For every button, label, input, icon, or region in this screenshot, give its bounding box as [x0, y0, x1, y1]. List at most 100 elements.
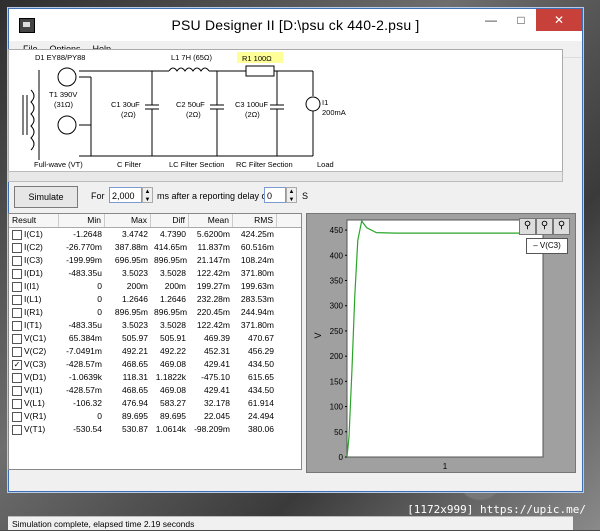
result-cell[interactable]: V(L1) [9, 397, 59, 410]
result-checkbox[interactable] [12, 320, 22, 331]
zoom-out-icon[interactable]: ⚲ [536, 218, 553, 235]
table-row[interactable]: I(T1) -483.35u 3.5023 3.5028 122.42m 371.80m [9, 319, 301, 332]
c2-label[interactable]: C2 50uF [176, 100, 205, 109]
result-checkbox[interactable] [12, 385, 22, 396]
minimize-button[interactable]: — [476, 9, 506, 31]
table-row[interactable]: V(R1) 0 89.695 89.695 22.045 24.494 [9, 410, 301, 423]
result-cell[interactable]: V(I1) [9, 384, 59, 397]
max-cell: 1.2646 [122, 294, 148, 304]
result-name: V(C2) [24, 346, 47, 356]
result-checkbox[interactable] [12, 333, 22, 344]
c1-label[interactable]: C1 30uF [111, 100, 140, 109]
plot-area[interactable] [346, 219, 544, 458]
result-cell[interactable]: ✓ V(C3) [9, 358, 59, 371]
mean-cell: 429.41 [204, 385, 230, 395]
result-checkbox[interactable] [12, 372, 22, 383]
result-cell[interactable]: V(C1) [9, 332, 59, 345]
zoom-reset-icon[interactable]: ⚲ [553, 218, 570, 235]
max-cell: 492.21 [122, 346, 148, 356]
result-cell[interactable]: I(T1) [9, 319, 59, 332]
table-row[interactable]: V(C1) 65.384m 505.97 505.91 469.39 470.67 [9, 332, 301, 345]
result-cell[interactable]: V(C2) [9, 345, 59, 358]
result-cell[interactable]: I(I1) [9, 280, 59, 293]
result-cell[interactable]: I(L1) [9, 293, 59, 306]
rms-cell: 434.50 [248, 385, 274, 395]
table-row[interactable]: I(C1) -1.2648 3.4742 4.7390 5.6200m 424.25m [9, 228, 301, 241]
table-row[interactable]: V(L1) -106.32 476.94 583.27 32.178 61.914 [9, 397, 301, 410]
result-checkbox[interactable] [12, 346, 22, 357]
column-header[interactable]: Max [105, 214, 151, 227]
diff-cell: 1.2646 [160, 294, 186, 304]
mean-cell: -98.209m [194, 424, 230, 434]
result-name: V(D1) [24, 372, 47, 382]
column-header[interactable]: Mean [189, 214, 233, 227]
mean-cell: 5.6200m [196, 229, 230, 239]
mean-cell: 122.42m [196, 320, 230, 330]
schematic-scrollbar[interactable] [8, 171, 563, 182]
result-checkbox[interactable]: ✓ [12, 359, 22, 370]
min-cell: -1.0639k [68, 372, 102, 382]
result-checkbox[interactable] [12, 268, 22, 279]
result-cell[interactable]: I(D1) [9, 267, 59, 280]
result-cell[interactable]: I(C3) [9, 254, 59, 267]
resistor-label[interactable]: R1 100Ω [242, 54, 272, 63]
table-row[interactable]: I(C2) -26.770m 387.88m 414.65m 11.837m 60.516… [9, 241, 301, 254]
column-header[interactable]: RMS [233, 214, 277, 227]
result-cell[interactable]: V(R1) [9, 410, 59, 423]
diff-cell: 89.695 [160, 411, 186, 421]
duration-spinner[interactable]: ▲ ▼ [142, 187, 153, 203]
table-row[interactable]: I(I1) 0 200m 200m 199.27m 199.63m [9, 280, 301, 293]
simulate-button[interactable]: Simulate [14, 186, 78, 208]
status-bar: Simulation complete, elapsed time 2.19 s… [8, 516, 573, 530]
min-cell: -483.35u [68, 320, 102, 330]
table-row[interactable]: I(R1) 0 896.95m 896.95m 220.45m 244.94m [9, 306, 301, 319]
result-checkbox[interactable] [12, 411, 22, 422]
result-cell[interactable]: I(C2) [9, 241, 59, 254]
duration-input[interactable]: 2,000 [109, 187, 142, 203]
table-row[interactable]: I(C3) -199.99m 696.95m 896.95m 21.147m 108.24… [9, 254, 301, 267]
result-name: I(D1) [24, 268, 43, 278]
min-cell: -106.32 [73, 398, 102, 408]
diff-cell: 583.27 [160, 398, 186, 408]
result-name: V(L1) [24, 398, 45, 408]
close-button[interactable]: ✕ [536, 9, 582, 31]
table-row[interactable]: V(I1) -428.57m 468.65 469.08 429.41 434.50 [9, 384, 301, 397]
column-header[interactable]: Diff [151, 214, 189, 227]
rms-cell: 283.53m [240, 294, 274, 304]
column-header[interactable]: Result [9, 214, 59, 227]
result-cell[interactable]: I(C1) [9, 228, 59, 241]
delay-input[interactable]: 0 [264, 187, 286, 203]
result-checkbox[interactable] [12, 281, 22, 292]
table-row[interactable]: V(D1) -1.0639k 118.31 1.1822k -475.10 615.65 [9, 371, 301, 384]
simulation-controls: Simulate For 2,000 ▲ ▼ ms after a reporti… [8, 186, 561, 208]
result-checkbox[interactable] [12, 424, 22, 435]
mean-cell: 122.42m [196, 268, 230, 278]
table-row[interactable]: V(T1) -530.54 530.87 1.0614k -98.209m 380.06 [9, 423, 301, 436]
delay-spinner[interactable]: ▲ ▼ [286, 187, 297, 203]
result-checkbox[interactable] [12, 255, 22, 266]
result-checkbox[interactable] [12, 307, 22, 318]
table-row[interactable]: V(C2) -7.0491m 492.21 492.22 452.31 456.29 [9, 345, 301, 358]
result-cell[interactable]: V(D1) [9, 371, 59, 384]
result-checkbox[interactable] [12, 398, 22, 409]
maximize-button[interactable]: □ [506, 9, 536, 31]
diode-label: D1 EY88/PY88 [35, 53, 86, 62]
min-cell: -530.54 [73, 424, 102, 434]
table-row[interactable]: I(L1) 0 1.2646 1.2646 232.28m 283.53m [9, 293, 301, 306]
table-row[interactable]: ✓ V(C3) -428.57m 468.65 469.08 429.41 434.50 [9, 358, 301, 371]
result-cell[interactable]: I(R1) [9, 306, 59, 319]
zoom-in-icon[interactable]: ⚲ [519, 218, 536, 235]
result-checkbox[interactable] [12, 294, 22, 305]
mean-cell: 232.28m [196, 294, 230, 304]
schematic-diagram [22, 52, 321, 160]
result-checkbox[interactable] [12, 229, 22, 240]
table-row[interactable]: I(D1) -483.35u 3.5023 3.5028 122.42m 371.80m [9, 267, 301, 280]
inductor-label[interactable]: L1 7H (65Ω) [171, 53, 212, 62]
result-cell[interactable]: V(T1) [9, 423, 59, 436]
load-label[interactable]: I1 [322, 98, 328, 107]
c3-label[interactable]: C3 100uF [235, 100, 268, 109]
max-cell: 476.94 [122, 398, 148, 408]
column-header[interactable]: Min [59, 214, 105, 227]
y-tick-label: 350 [330, 277, 344, 286]
result-checkbox[interactable] [12, 242, 22, 253]
